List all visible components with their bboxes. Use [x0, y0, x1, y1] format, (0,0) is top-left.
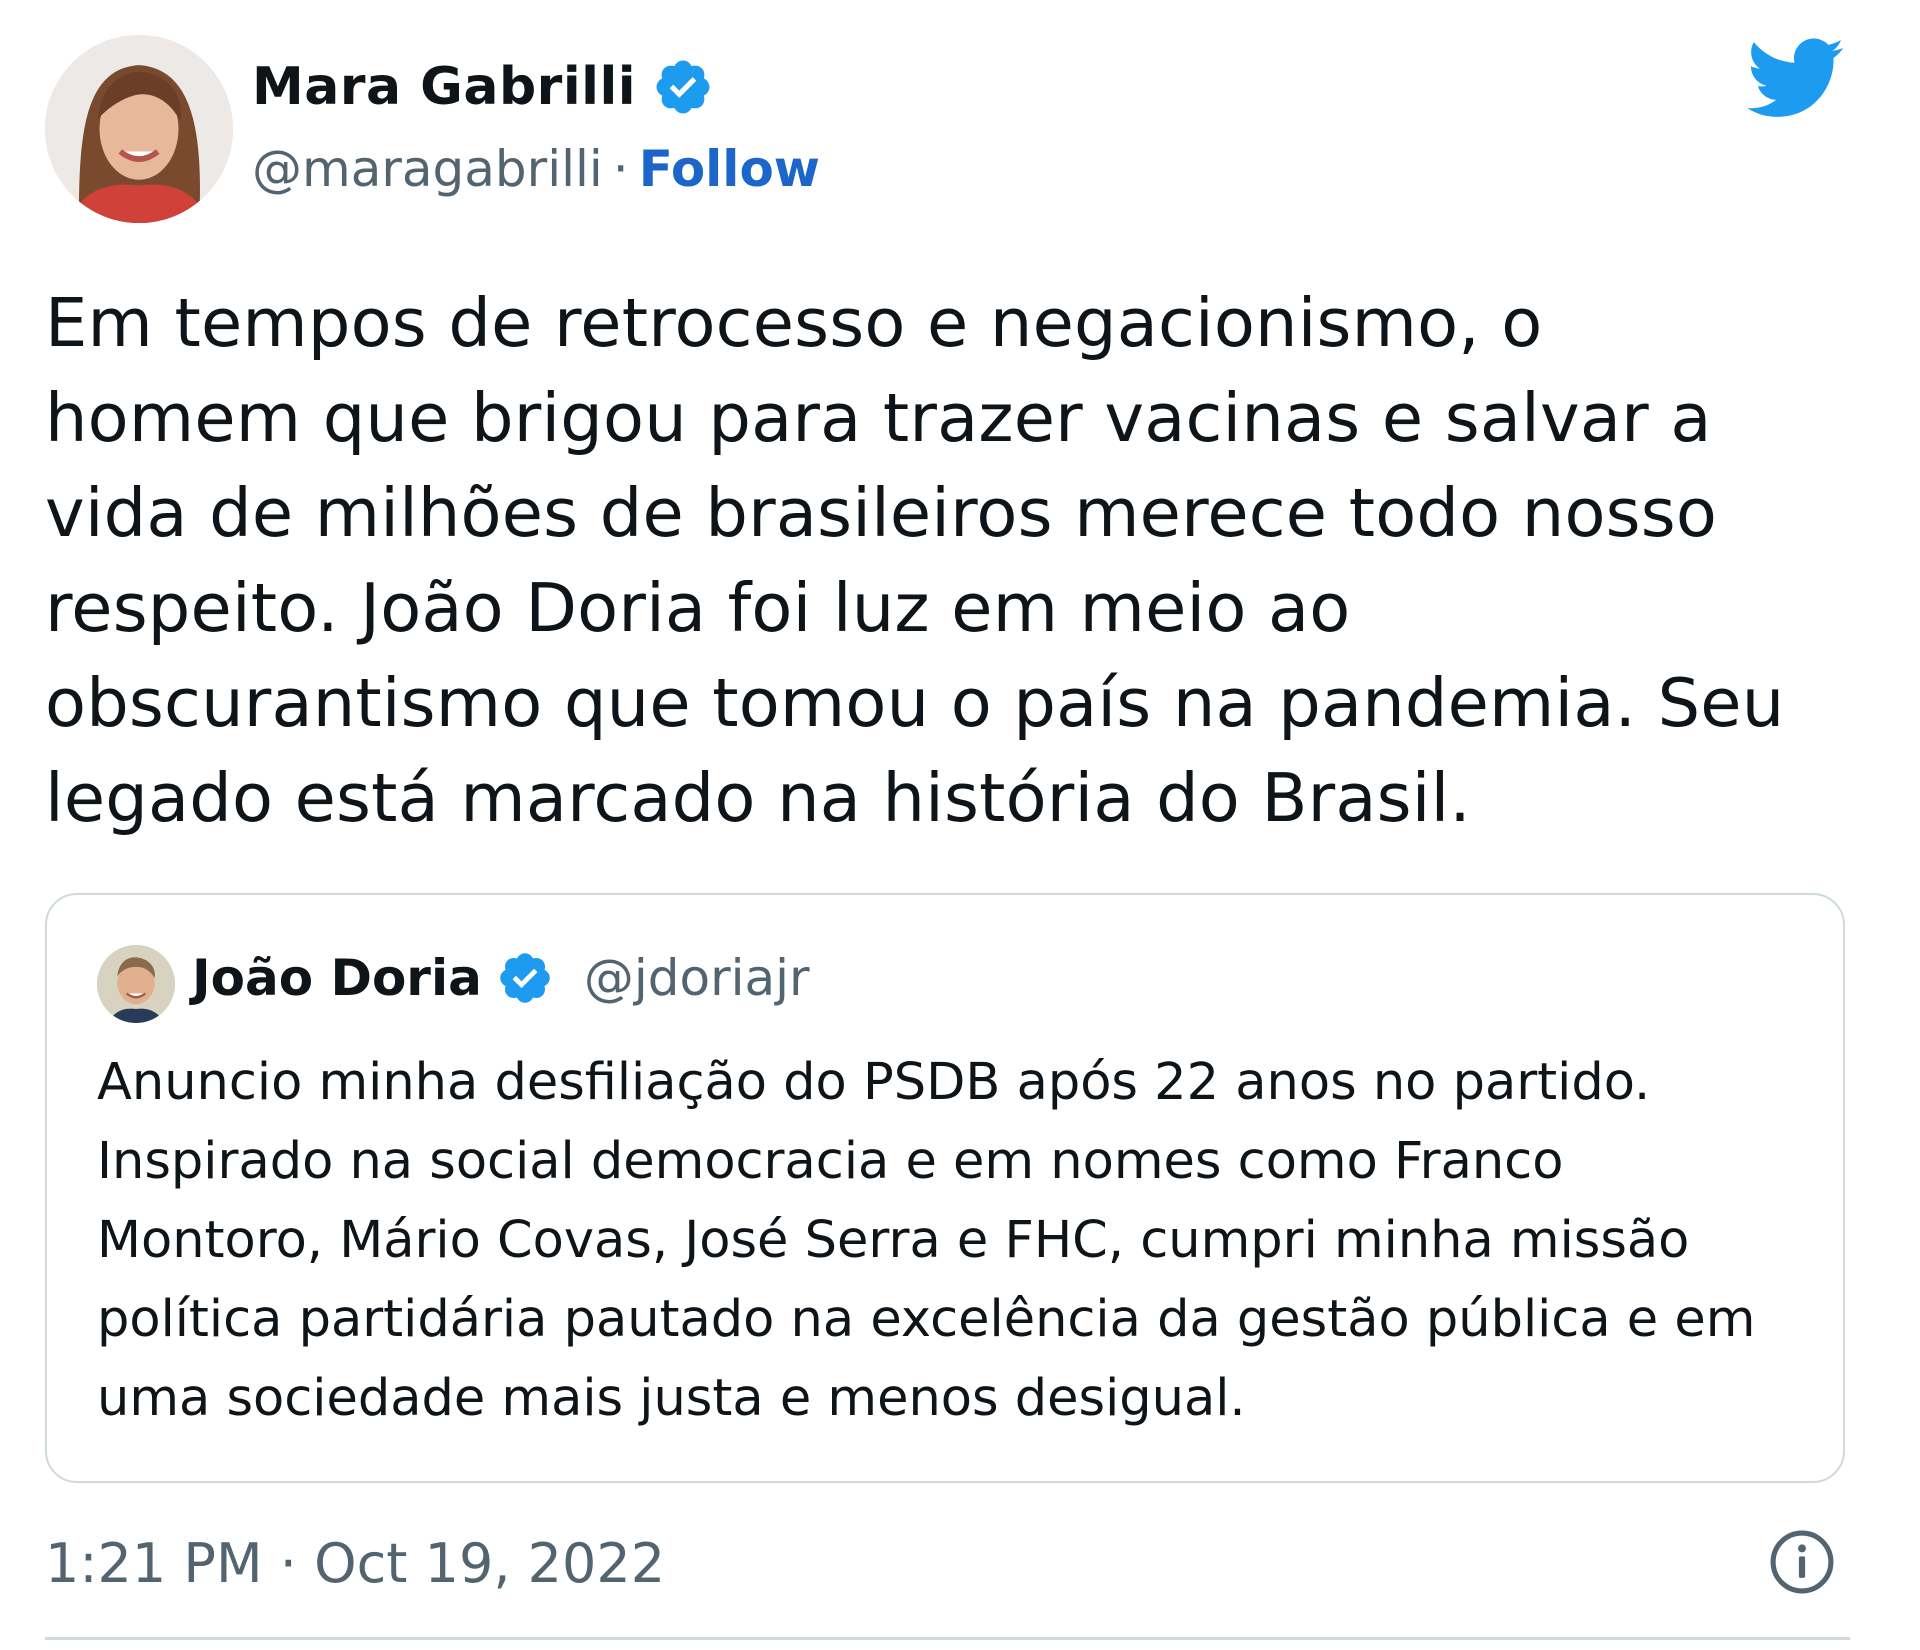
author-name-row: Mara Gabrilli — [252, 56, 714, 118]
bottom-divider — [45, 1637, 1850, 1640]
quoted-author-name[interactable]: João Doria — [192, 949, 482, 1007]
quoted-author-handle[interactable]: @jdoriajr — [584, 949, 810, 1007]
avatar-photo-icon — [45, 35, 233, 223]
author-display-name[interactable]: Mara Gabrilli — [252, 57, 636, 117]
author-avatar[interactable] — [45, 35, 233, 223]
verified-badge-icon — [496, 949, 554, 1007]
avatar-photo-icon — [97, 945, 175, 1023]
separator-dot: · — [612, 140, 629, 198]
follow-button[interactable]: Follow — [639, 140, 820, 198]
info-icon[interactable] — [1768, 1528, 1836, 1596]
quoted-tweet-text: Anuncio minha desfiliação do PSDB após 2… — [97, 1053, 1756, 1428]
quoted-author-row: João Doria @jdoriajr — [192, 949, 810, 1007]
quoted-author-avatar[interactable] — [97, 945, 175, 1023]
verified-badge-icon — [652, 56, 714, 118]
tweet-card: Mara Gabrilli @maragabrilli · Follow Em … — [0, 0, 1920, 1650]
tweet-body-text: Em tempos de retrocesso e negacionismo, … — [45, 284, 1785, 837]
tweet-timestamp[interactable]: 1:21 PM · Oct 19, 2022 — [45, 1532, 665, 1595]
author-handle-row: @maragabrilli · Follow — [252, 140, 820, 198]
author-handle[interactable]: @maragabrilli — [252, 140, 603, 198]
twitter-bird-icon[interactable] — [1747, 38, 1845, 120]
quoted-tweet[interactable]: João Doria @jdoriajr Anuncio minha desfi… — [45, 893, 1845, 1483]
